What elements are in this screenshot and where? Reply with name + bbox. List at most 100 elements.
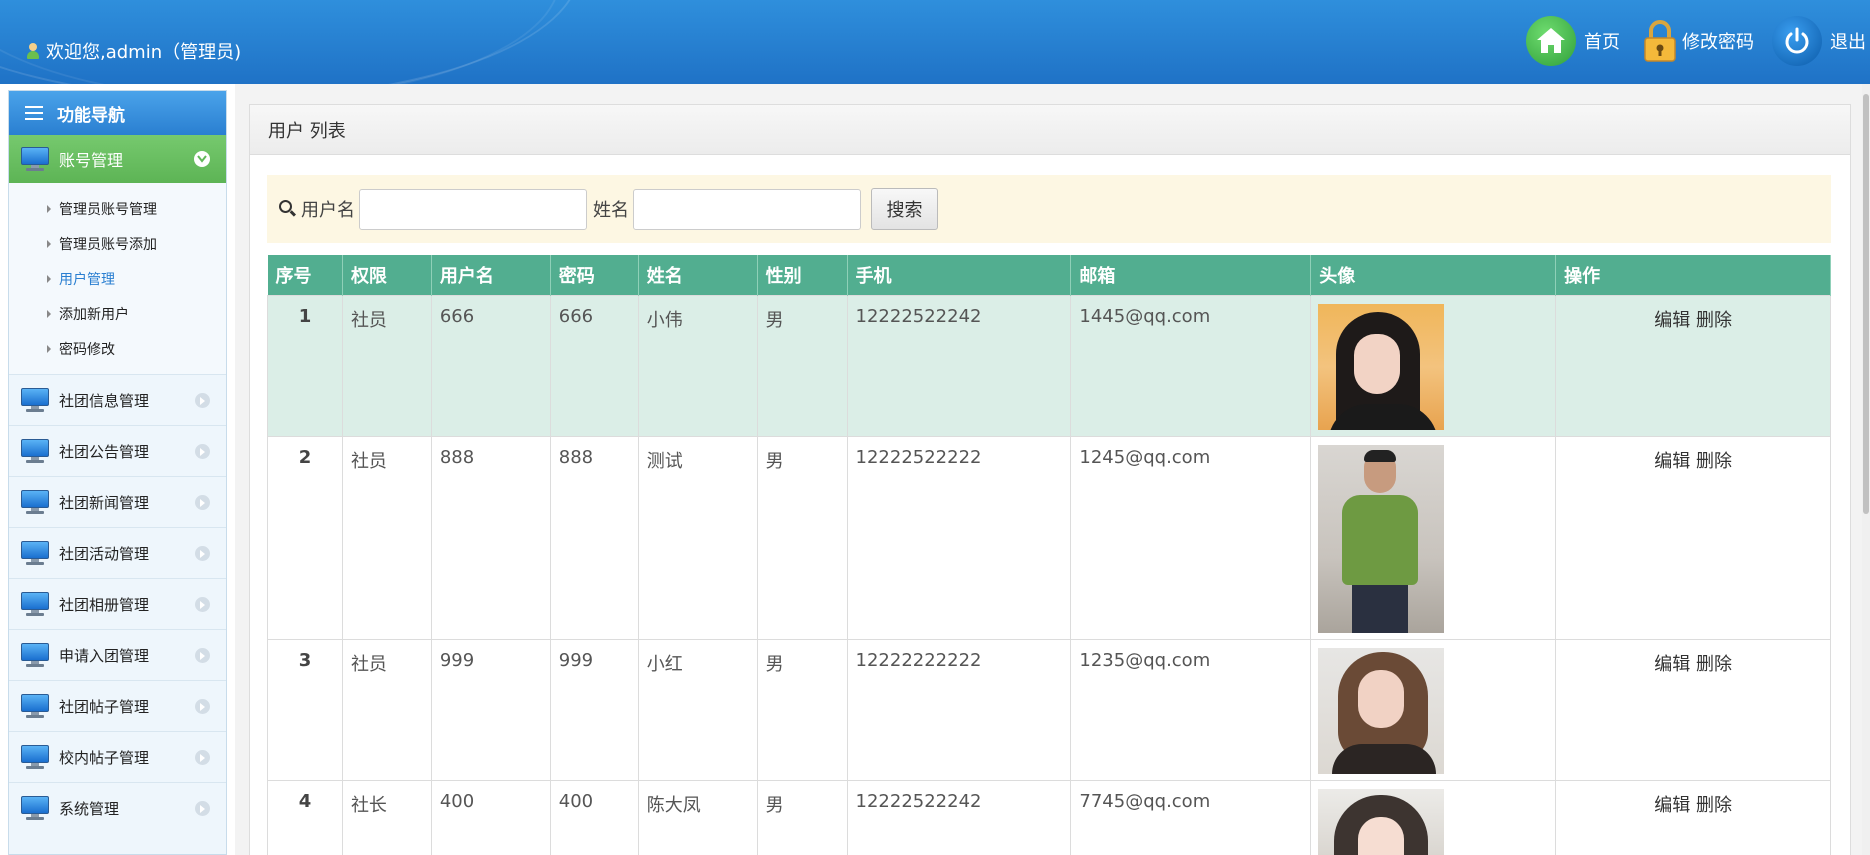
search-icon — [279, 200, 297, 218]
delete-link[interactable]: 删除 — [1696, 654, 1732, 675]
cell-avatar — [1310, 779, 1557, 855]
cell-username: 666 — [430, 294, 551, 437]
cell-username: 888 — [430, 435, 551, 640]
top-header: 欢迎您,admin（管理员) 首页 修改密码 退出 — [0, 0, 1870, 84]
nav-group-join-request[interactable]: 申请入团管理 — [9, 629, 226, 680]
username-search-input[interactable] — [359, 188, 587, 230]
sidebar-item-add-admin[interactable]: 管理员账号添加 — [9, 226, 226, 261]
table-header-row: 序号 权限 用户名 密码 姓名 性别 手机 邮箱 头像 操作 — [267, 255, 1831, 295]
cell-role: 社长 — [341, 779, 432, 855]
caret-right-icon — [47, 204, 51, 213]
column-header: 性别 — [757, 255, 848, 295]
chevron-right-icon — [195, 495, 210, 510]
change-password-label: 修改密码 — [1682, 32, 1754, 53]
avatar-image — [1318, 303, 1445, 430]
power-icon — [1772, 16, 1822, 66]
nav-group-system[interactable]: 系统管理 — [9, 782, 226, 833]
cell-avatar — [1310, 294, 1557, 437]
nav-group-account[interactable]: 账号管理 — [9, 135, 226, 183]
sidebar-item-add-user[interactable]: 添加新用户 — [9, 296, 226, 331]
monitor-icon — [21, 541, 49, 565]
nav-title-text: 功能导航 — [57, 105, 125, 126]
home-link[interactable]: 首页 — [1526, 16, 1620, 66]
caret-right-icon — [47, 239, 51, 248]
cell-name: 测试 — [637, 435, 758, 640]
lock-icon — [1642, 19, 1678, 63]
top-links: 首页 修改密码 退出 — [1514, 15, 1870, 67]
table-row: 1 社员 666 666 小伟 男 12222522242 1445@qq.co… — [267, 294, 1831, 437]
monitor-icon — [21, 694, 49, 718]
caret-right-icon — [47, 344, 51, 353]
nav-group-campus-posts[interactable]: 校内帖子管理 — [9, 731, 226, 782]
table-row: 4 社长 400 400 陈大凤 男 12222522242 7745@qq.c… — [267, 779, 1831, 855]
home-icon — [1526, 16, 1576, 66]
chevron-right-icon — [195, 801, 210, 816]
monitor-icon — [21, 490, 49, 514]
cell-avatar — [1310, 638, 1557, 781]
edit-link[interactable]: 编辑 — [1654, 654, 1690, 675]
caret-right-icon — [47, 274, 51, 283]
nav-title: 功能导航 — [9, 91, 226, 135]
cell-name: 小红 — [637, 638, 758, 781]
name-search-input[interactable] — [633, 188, 861, 230]
logout-link[interactable]: 退出 — [1772, 16, 1870, 66]
sidebar-item-admin-accounts[interactable]: 管理员账号管理 — [9, 191, 226, 226]
main-content: 用户 列表 用户名 姓名 搜索 序号 权限 用户名 密码 姓名 性别 手机 邮箱… — [235, 84, 1870, 855]
user-icon — [26, 43, 40, 59]
welcome-message: 欢迎您,admin（管理员) — [26, 38, 241, 64]
table-row: 3 社员 999 999 小红 男 12222222222 1235@qq.co… — [267, 638, 1831, 781]
chevron-right-icon — [195, 444, 210, 459]
chevron-right-icon — [195, 546, 210, 561]
cell-actions: 编辑 删除 — [1555, 638, 1831, 781]
nav-group-label: 账号管理 — [59, 151, 124, 170]
cell-seq: 2 — [267, 435, 343, 640]
column-header: 姓名 — [638, 255, 758, 295]
nav-group-club-news[interactable]: 社团新闻管理 — [9, 476, 226, 527]
nav-group-club-posts[interactable]: 社团帖子管理 — [9, 680, 226, 731]
table-row: 2 社员 888 888 测试 男 12222522222 1245@qq.co… — [267, 435, 1831, 640]
sidebar-item-change-password[interactable]: 密码修改 — [9, 331, 226, 366]
avatar-image — [1318, 444, 1445, 633]
cell-role: 社员 — [341, 294, 432, 437]
column-header: 序号 — [267, 255, 343, 295]
search-button[interactable]: 搜索 — [871, 188, 938, 230]
cell-seq: 4 — [267, 779, 343, 855]
edit-link[interactable]: 编辑 — [1654, 795, 1690, 816]
column-header: 密码 — [550, 255, 639, 295]
cell-email: 1445@qq.com — [1070, 294, 1312, 437]
delete-link[interactable]: 删除 — [1696, 310, 1732, 331]
cell-actions: 编辑 删除 — [1555, 779, 1831, 855]
nav-group-club-album[interactable]: 社团相册管理 — [9, 578, 226, 629]
cell-gender: 男 — [756, 779, 848, 855]
page-scrollbar[interactable] — [1862, 84, 1870, 855]
list-icon — [25, 106, 43, 120]
cell-email: 7745@qq.com — [1070, 779, 1312, 855]
column-header: 操作 — [1555, 255, 1831, 295]
monitor-icon — [21, 745, 49, 769]
cell-name: 陈大凤 — [637, 779, 758, 855]
cell-gender: 男 — [756, 638, 848, 781]
delete-link[interactable]: 删除 — [1696, 795, 1732, 816]
cell-email: 1245@qq.com — [1070, 435, 1312, 640]
change-password-link[interactable]: 修改密码 — [1642, 19, 1754, 63]
cell-username: 999 — [430, 638, 551, 781]
user-list-panel: 用户 列表 用户名 姓名 搜索 序号 权限 用户名 密码 姓名 性别 手机 邮箱… — [249, 104, 1851, 855]
nav-group-club-activity[interactable]: 社团活动管理 — [9, 527, 226, 578]
cell-role: 社员 — [341, 638, 432, 781]
scrollbar-thumb[interactable] — [1863, 94, 1869, 514]
chevron-right-icon — [195, 393, 210, 408]
cell-password: 666 — [549, 294, 639, 437]
edit-link[interactable]: 编辑 — [1654, 310, 1690, 331]
cell-email: 1235@qq.com — [1070, 638, 1312, 781]
delete-link[interactable]: 删除 — [1696, 451, 1732, 472]
name-label: 姓名 — [593, 200, 629, 221]
nav-group-club-info[interactable]: 社团信息管理 — [9, 374, 226, 425]
edit-link[interactable]: 编辑 — [1654, 451, 1690, 472]
welcome-text: 欢迎您,admin（管理员) — [46, 42, 242, 63]
sidebar-item-user-management[interactable]: 用户管理 — [9, 261, 226, 296]
cell-phone: 12222522222 — [846, 435, 1072, 640]
caret-right-icon — [47, 309, 51, 318]
nav-group-club-notice[interactable]: 社团公告管理 — [9, 425, 226, 476]
chevron-right-icon — [195, 750, 210, 765]
chevron-right-icon — [195, 597, 210, 612]
